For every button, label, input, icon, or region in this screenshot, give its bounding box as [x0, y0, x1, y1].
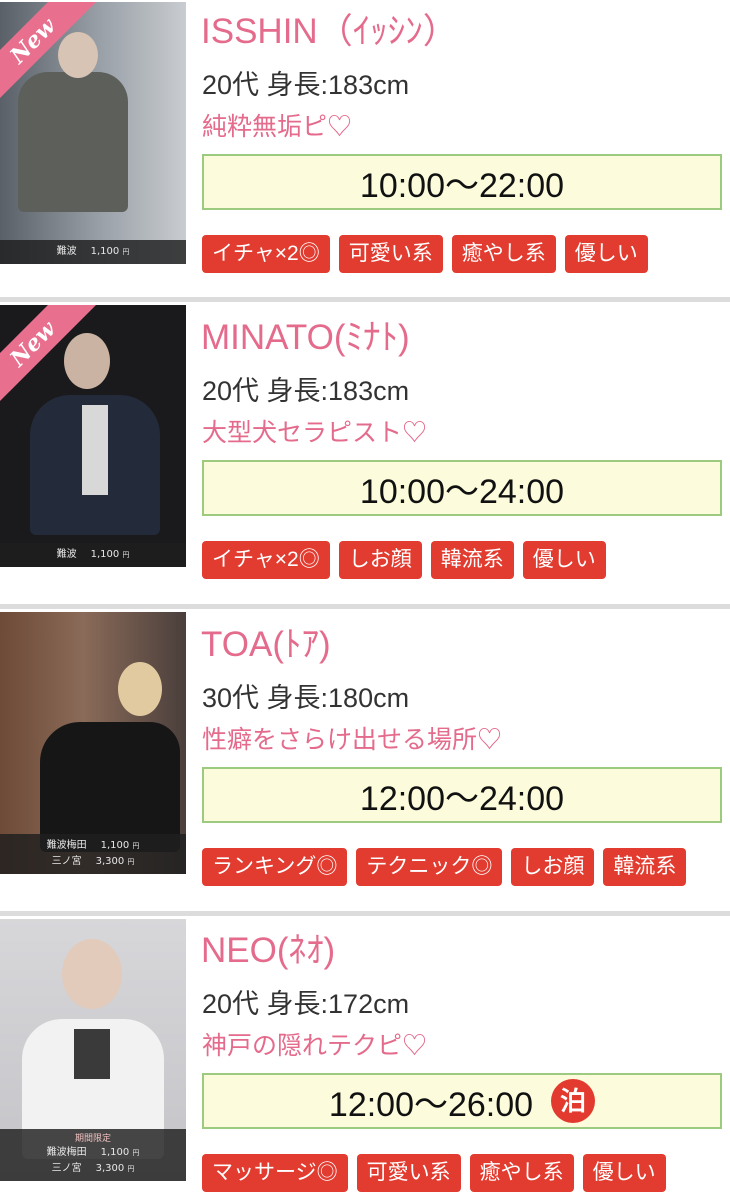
therapist-meta: 20代 身長:183cm	[202, 70, 410, 100]
tag: テクニック◎	[356, 848, 503, 886]
price-bar: 難波 1,100 円	[0, 240, 186, 264]
therapist-photo[interactable]: New 難波 1,100 円	[0, 2, 186, 264]
therapist-name[interactable]: NEO(ﾈｵ)	[201, 931, 335, 971]
price-value: 3,300	[95, 1163, 125, 1174]
tag: しお顔	[511, 848, 595, 886]
price-unit: 円	[132, 1149, 140, 1157]
tag: 可愛い系	[356, 1154, 461, 1192]
tag: 優しい	[564, 235, 648, 273]
overnight-badge: 泊	[551, 1079, 596, 1123]
price-area: 難波	[56, 549, 77, 560]
price-area: 三ノ宮	[51, 1163, 82, 1174]
price-area: 難波	[56, 246, 77, 257]
divider	[0, 604, 730, 609]
therapist-catchphrase: 純粋無垢ピ♡	[202, 113, 353, 141]
therapist-catchphrase: 大型犬セラピスト♡	[202, 419, 428, 447]
therapist-photo[interactable]: New 難波 1,100 円	[0, 305, 186, 567]
price-unit: 円	[127, 858, 135, 866]
price-bar: 難波梅田 1,100 円 三ノ宮 3,300 円	[0, 834, 186, 874]
shift-hours: 12:00〜26:00 泊	[202, 1073, 722, 1129]
price-value: 1,100	[100, 1147, 130, 1158]
shift-hours: 12:00〜24:00	[202, 767, 722, 823]
therapist-meta: 20代 身長:172cm	[202, 989, 410, 1019]
therapist-name[interactable]: ISSHIN（ｲｯｼﾝ）	[201, 12, 458, 52]
shift-hours: 10:00〜22:00	[202, 154, 722, 210]
price-unit: 円	[122, 551, 130, 559]
price-unit: 円	[127, 1165, 135, 1173]
tag-list: イチャ×2◎ しお顔 韓流系 優しい	[202, 541, 606, 579]
therapist-catchphrase: 神戸の隠れテクピ♡	[202, 1032, 428, 1060]
shift-hours-text: 12:00〜26:00	[328, 1085, 534, 1124]
tag-list: マッサージ◎ 可愛い系 癒やし系 優しい	[202, 1154, 666, 1192]
divider	[0, 911, 730, 916]
price-unit: 円	[122, 248, 130, 256]
price-value: 1,100	[90, 549, 120, 560]
price-area: 難波梅田	[46, 840, 87, 851]
price-value: 3,300	[95, 856, 125, 867]
therapist-photo[interactable]: 期間限定 難波梅田 1,100 円 三ノ宮 3,300 円	[0, 919, 186, 1181]
therapist-catchphrase: 性癖をさらけ出せる場所♡	[202, 726, 503, 754]
tag: 優しい	[582, 1154, 666, 1192]
tag: ランキング◎	[202, 848, 348, 886]
price-bar: 難波 1,100 円	[0, 543, 186, 567]
tag: 優しい	[522, 541, 606, 579]
shift-hours: 10:00〜24:00	[202, 460, 722, 516]
tag: イチャ×2◎	[202, 541, 330, 579]
tag: 韓流系	[603, 848, 687, 886]
price-unit: 円	[132, 842, 140, 850]
price-area: 難波梅田	[46, 1147, 87, 1158]
tag: 韓流系	[430, 541, 514, 579]
therapist-name[interactable]: TOA(ﾄｱ)	[201, 625, 331, 665]
shift-hours-text: 12:00〜24:00	[359, 779, 565, 818]
therapist-meta: 20代 身長:183cm	[202, 376, 410, 406]
shift-hours-text: 10:00〜24:00	[359, 472, 565, 511]
divider	[0, 297, 730, 302]
tag-list: イチャ×2◎ 可愛い系 癒やし系 優しい	[202, 235, 648, 273]
tag: 癒やし系	[469, 1154, 574, 1192]
price-area: 三ノ宮	[51, 856, 82, 867]
price-value: 1,100	[90, 246, 120, 257]
tag: イチャ×2◎	[202, 235, 330, 273]
price-value: 1,100	[100, 840, 130, 851]
therapist-name[interactable]: MINATO(ﾐﾅﾄ)	[201, 318, 410, 358]
price-bar: 期間限定 難波梅田 1,100 円 三ノ宮 3,300 円	[0, 1129, 186, 1181]
shift-hours-text: 10:00〜22:00	[359, 166, 565, 205]
tag: 癒やし系	[451, 235, 556, 273]
tag: しお顔	[338, 541, 422, 579]
tag: マッサージ◎	[202, 1154, 348, 1192]
therapist-photo[interactable]: 難波梅田 1,100 円 三ノ宮 3,300 円	[0, 612, 186, 874]
tag-list: ランキング◎ テクニック◎ しお顔 韓流系	[202, 848, 687, 886]
therapist-meta: 30代 身長:180cm	[202, 683, 410, 713]
tag: 可愛い系	[338, 235, 443, 273]
price-note: 期間限定	[74, 1134, 111, 1144]
